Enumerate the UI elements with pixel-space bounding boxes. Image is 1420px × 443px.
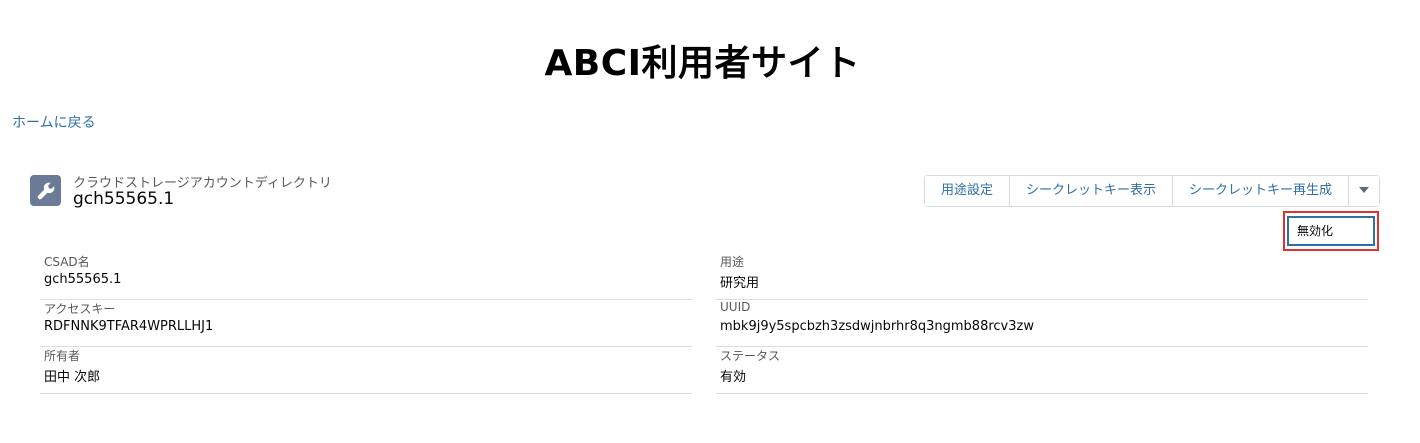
field-access-key: アクセスキー RDFNNK9TFAR4WPRLLHJ1 [40, 300, 692, 347]
field-label: CSAD名 [44, 255, 90, 269]
field-label: UUID [720, 300, 751, 314]
field-value: 研究用 [720, 276, 760, 291]
regenerate-secret-key-button[interactable]: シークレットキー再生成 [1172, 176, 1349, 206]
more-actions-dropdown-button[interactable] [1349, 176, 1379, 206]
field-value: RDFNNK9TFAR4WPRLLHJ1 [44, 319, 214, 334]
field-label: 用途 [720, 255, 745, 269]
site-title: ABCI利用者サイト [544, 43, 861, 84]
home-link[interactable]: ホームに戻る [12, 112, 96, 132]
field-value: gch55565.1 [44, 272, 122, 287]
field-value: 田中 次郎 [44, 370, 101, 385]
field-value: mbk9j9y5spcbzh3zsdwjnbrhr8q3ngmb88rcv3zw [720, 319, 1034, 334]
record-header: クラウドストレージアカウントディレクトリ gch55565.1 用途設定 シーク… [30, 171, 1380, 211]
menu-item-disable[interactable]: 無効化 [1287, 216, 1375, 246]
field-csad-name: CSAD名 gch55565.1 [40, 253, 692, 300]
wrench-icon [30, 175, 61, 206]
usage-settings-button[interactable]: 用途設定 [924, 176, 1010, 206]
show-secret-key-button[interactable]: シークレットキー表示 [1009, 176, 1173, 206]
field-owner: 所有者 田中 次郎 [40, 347, 692, 394]
chevron-down-icon [1359, 176, 1369, 206]
field-label: ステータス [720, 349, 781, 363]
field-label: アクセスキー [44, 302, 116, 316]
action-button-group: 用途設定 シークレットキー表示 シークレットキー再生成 [923, 175, 1380, 207]
field-usage: 用途 研究用 [716, 253, 1368, 300]
more-actions-menu: 無効化 [1283, 211, 1379, 251]
field-value: 有効 [720, 370, 747, 385]
field-status: ステータス 有効 [716, 347, 1368, 394]
record-name: gch55565.1 [73, 189, 175, 209]
field-uuid: UUID mbk9j9y5spcbzh3zsdwjnbrhr8q3ngmb88r… [716, 300, 1368, 347]
field-label: 所有者 [44, 349, 81, 363]
